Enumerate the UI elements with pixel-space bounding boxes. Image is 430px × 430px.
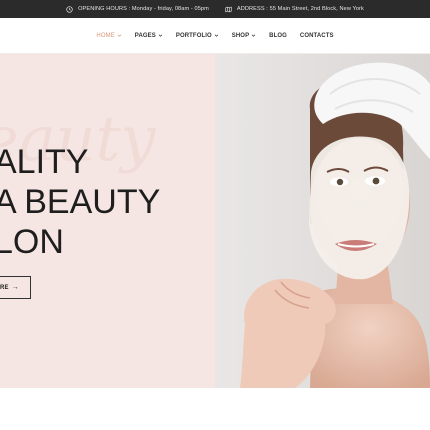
chevron-down-icon (117, 34, 122, 37)
opening-hours-text: OPENING HOURS : Monday - friday, 08am - … (78, 6, 209, 12)
chevron-down-icon (158, 34, 163, 37)
headline-line-2: A BEAUTY (0, 183, 161, 221)
hero-cta-button[interactable]: RE → (0, 276, 31, 299)
woman-face-mask-photo (215, 54, 430, 388)
headline-line-1: ALITY (0, 143, 89, 181)
address: ADDRESS : 55 Main Street, 2nd Block, New… (225, 6, 364, 13)
nav-item-label: CONTACTS (299, 32, 334, 39)
nav-item-label: HOME (96, 32, 115, 39)
clock-icon (66, 5, 73, 13)
below-hero-space (0, 388, 430, 430)
nav-item-home[interactable]: HOME (96, 32, 122, 39)
top-info-bar: OPENING HOURS : Monday - friday, 08am - … (0, 0, 430, 18)
hero-headline: ALITY A BEAUTY LON (0, 142, 160, 262)
address-text: ADDRESS : 55 Main Street, 2nd Block, New… (236, 6, 364, 12)
main-navigation: HOME PAGES PORTFOLIO SHOP BLOG CONTACTS (0, 18, 430, 54)
headline-line-3: LON (0, 223, 64, 261)
hero-text-panel: eauty ALITY A BEAUTY LON RE → (0, 54, 215, 388)
arrow-right-icon: → (11, 284, 19, 291)
nav-item-blog[interactable]: BLOG (269, 33, 287, 39)
opening-hours: OPENING HOURS : Monday - friday, 08am - … (66, 5, 209, 13)
hero-section: eauty ALITY A BEAUTY LON RE → (0, 54, 430, 388)
nav-menu: HOME PAGES PORTFOLIO SHOP BLOG CONTACTS (90, 33, 340, 39)
nav-item-pages[interactable]: PAGES (135, 33, 163, 39)
nav-item-label: PAGES (134, 32, 156, 39)
nav-item-shop[interactable]: SHOP (232, 33, 256, 39)
nav-item-contacts[interactable]: CONTACTS (300, 33, 334, 39)
chevron-down-icon (251, 34, 256, 37)
nav-item-label: SHOP (231, 32, 250, 39)
map-icon (225, 6, 232, 12)
cta-label: RE (0, 284, 9, 291)
hero-image (215, 54, 430, 388)
nav-item-portfolio[interactable]: PORTFOLIO (176, 33, 219, 39)
nav-item-label: PORTFOLIO (175, 32, 212, 39)
chevron-down-icon (214, 34, 219, 37)
nav-item-label: BLOG (269, 32, 287, 39)
